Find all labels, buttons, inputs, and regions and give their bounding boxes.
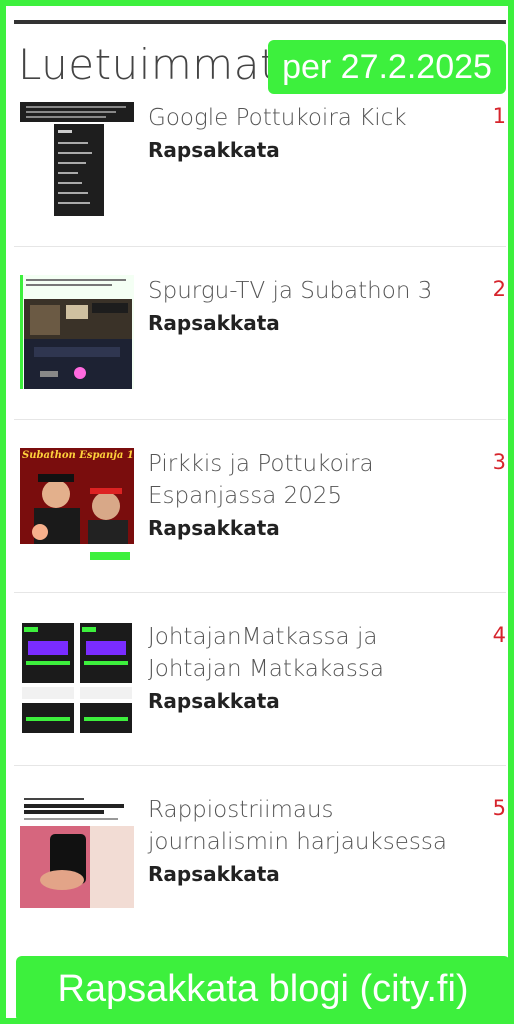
- date-badge: per 27.2.2025: [268, 40, 506, 94]
- rank-number: 3: [492, 450, 506, 474]
- page-frame: Luetuimmat per 27.2.2025 Google Pottukoi…: [0, 0, 514, 1024]
- rank-number: 2: [492, 277, 506, 301]
- list-item[interactable]: Subathon Espanja 1.2.2025 Pirkkis ja Pot…: [14, 420, 506, 593]
- page-title: Luetuimmat: [18, 40, 277, 89]
- phone-article-thumbnail-icon[interactable]: [20, 794, 134, 908]
- kick-channels-thumbnail-icon[interactable]: [20, 621, 134, 735]
- rank-number: 5: [492, 796, 506, 820]
- article-title[interactable]: Google Pottukoira Kick: [148, 102, 468, 134]
- stream-screenshot-thumbnail-icon[interactable]: [20, 275, 134, 389]
- subathon-spain-thumbnail-icon[interactable]: Subathon Espanja 1.2.2025: [20, 448, 134, 562]
- blog-footer-link[interactable]: Rapsakkata blogi (city.fi): [16, 956, 510, 1022]
- screenshot-list-thumbnail-icon[interactable]: [20, 102, 134, 216]
- article-title[interactable]: JohtajanMatkassa ja Johtajan Matkakassa: [148, 621, 468, 685]
- article-source: Rapsakkata: [148, 516, 280, 540]
- rank-number: 4: [492, 623, 506, 647]
- list-item[interactable]: Google Pottukoira Kick Rapsakkata 1: [14, 94, 506, 247]
- article-title[interactable]: Spurgu-TV ja Subathon 3: [148, 275, 468, 307]
- rank-number: 1: [492, 104, 506, 128]
- article-source: Rapsakkata: [148, 311, 280, 335]
- article-source: Rapsakkata: [148, 138, 280, 162]
- list-item[interactable]: Rappiostriimaus journalismin harjauksess…: [14, 766, 506, 938]
- article-source: Rapsakkata: [148, 862, 280, 886]
- list-item[interactable]: Spurgu-TV ja Subathon 3 Rapsakkata 2: [14, 247, 506, 420]
- article-source: Rapsakkata: [148, 689, 280, 713]
- article-title[interactable]: Pirkkis ja Pottukoira Espanjassa 2025: [148, 448, 468, 512]
- article-title[interactable]: Rappiostriimaus journalismin harjauksess…: [148, 794, 468, 858]
- article-list: Google Pottukoira Kick Rapsakkata 1 Spur…: [14, 94, 506, 938]
- thumbnail-caption: Subathon Espanja 1.2.2025: [22, 450, 134, 461]
- list-item[interactable]: JohtajanMatkassa ja Johtajan Matkakassa …: [14, 593, 506, 766]
- top-divider: [14, 20, 506, 24]
